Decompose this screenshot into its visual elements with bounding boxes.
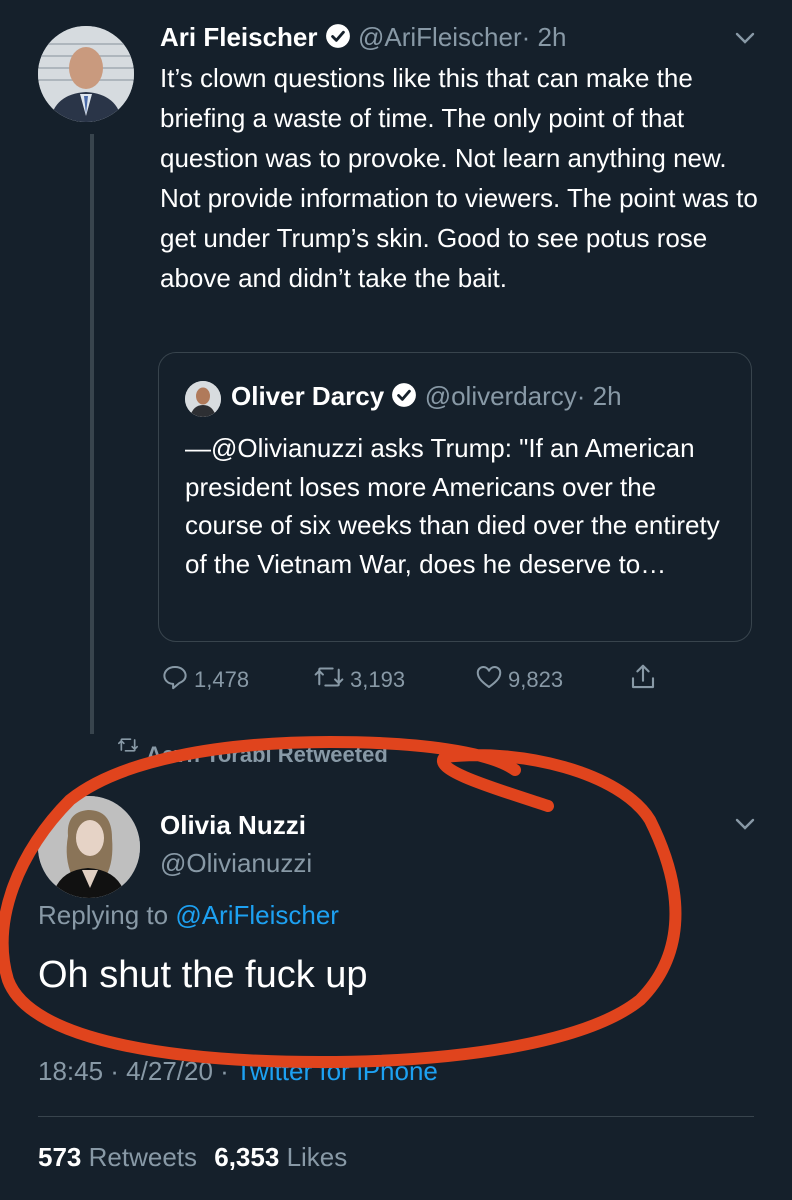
replying-to-handle-link[interactable]: @AriFleischer: [175, 900, 339, 930]
retweets-label: Retweets: [88, 1142, 198, 1172]
engagement-stats: 573 Retweets 6,353 Likes: [38, 1142, 347, 1173]
quoted-tweet[interactable]: Oliver Darcy @oliverdarcy· 2h —@Olivianu…: [158, 352, 752, 642]
tweet-olivia[interactable]: Olivia Nuzzi @Olivianuzzi Replying to @A…: [0, 768, 792, 1108]
tweet-source-link[interactable]: Twitter for iPhone: [236, 1056, 438, 1086]
like-icon: [474, 662, 504, 698]
retweet-count: 3,193: [350, 667, 406, 692]
author-name[interactable]: Ari Fleischer: [160, 22, 318, 52]
replying-to-label: Replying to: [38, 900, 169, 930]
tweet-text: It’s clown questions like this that can …: [160, 63, 758, 293]
retweeted-by[interactable]: Aeyn Torabi Retweeted: [116, 734, 388, 762]
retweets-stat[interactable]: 573 Retweets: [38, 1142, 204, 1172]
avatar-ari[interactable]: [38, 26, 134, 122]
tweet1-header: Ari Fleischer @AriFleischer· 2h: [160, 22, 566, 56]
reply-button[interactable]: 1,478: [160, 662, 249, 698]
retweets-count: 573: [38, 1142, 82, 1172]
quote-author-handle: @oliverdarcy: [424, 381, 577, 411]
replying-to: Replying to @AriFleischer: [38, 900, 339, 931]
quote-text: —@Olivianuzzi asks Trump: "If an America…: [185, 433, 720, 579]
chevron-down-icon[interactable]: [734, 816, 756, 837]
share-button[interactable]: [628, 662, 658, 698]
likes-stat[interactable]: 6,353 Likes: [214, 1142, 347, 1172]
avatar-oliver: [185, 381, 221, 417]
tweet-text: Oh shut the fuck up: [38, 954, 368, 996]
quote-author-name: Oliver Darcy: [231, 381, 385, 411]
reply-count: 1,478: [194, 667, 250, 692]
tweet-ari[interactable]: Ari Fleischer @AriFleischer· 2h It’s clo…: [0, 0, 792, 720]
retweet-button[interactable]: 3,193: [312, 662, 405, 698]
quote-time: · 2h: [576, 381, 622, 411]
tweet-time[interactable]: · 2h: [522, 22, 567, 52]
divider: [38, 1116, 754, 1117]
reply-icon: [160, 662, 190, 698]
author-name[interactable]: Olivia Nuzzi: [160, 810, 306, 841]
chevron-down-icon[interactable]: [734, 30, 756, 51]
like-count: 9,823: [508, 667, 564, 692]
author-handle[interactable]: @AriFleischer: [358, 22, 522, 52]
retweeted-by-text: Aeyn Torabi Retweeted: [146, 742, 388, 762]
retweet-icon: [312, 662, 346, 698]
likes-count: 6,353: [214, 1142, 280, 1172]
verified-badge-icon: [325, 23, 351, 56]
like-button[interactable]: 9,823: [474, 662, 563, 698]
author-handle[interactable]: @Olivianuzzi: [160, 848, 312, 879]
avatar-olivia[interactable]: [38, 796, 140, 898]
quote-header: Oliver Darcy @oliverdarcy· 2h: [231, 381, 622, 415]
verified-badge-icon: [391, 382, 417, 415]
likes-label: Likes: [286, 1142, 348, 1172]
tweet-timestamp[interactable]: 18:45 · 4/27/20 ·: [38, 1056, 229, 1086]
retweet-small-icon: [116, 735, 140, 761]
share-icon: [628, 662, 658, 698]
tweet-meta: 18:45 · 4/27/20 · Twitter for iPhone: [38, 1056, 438, 1087]
